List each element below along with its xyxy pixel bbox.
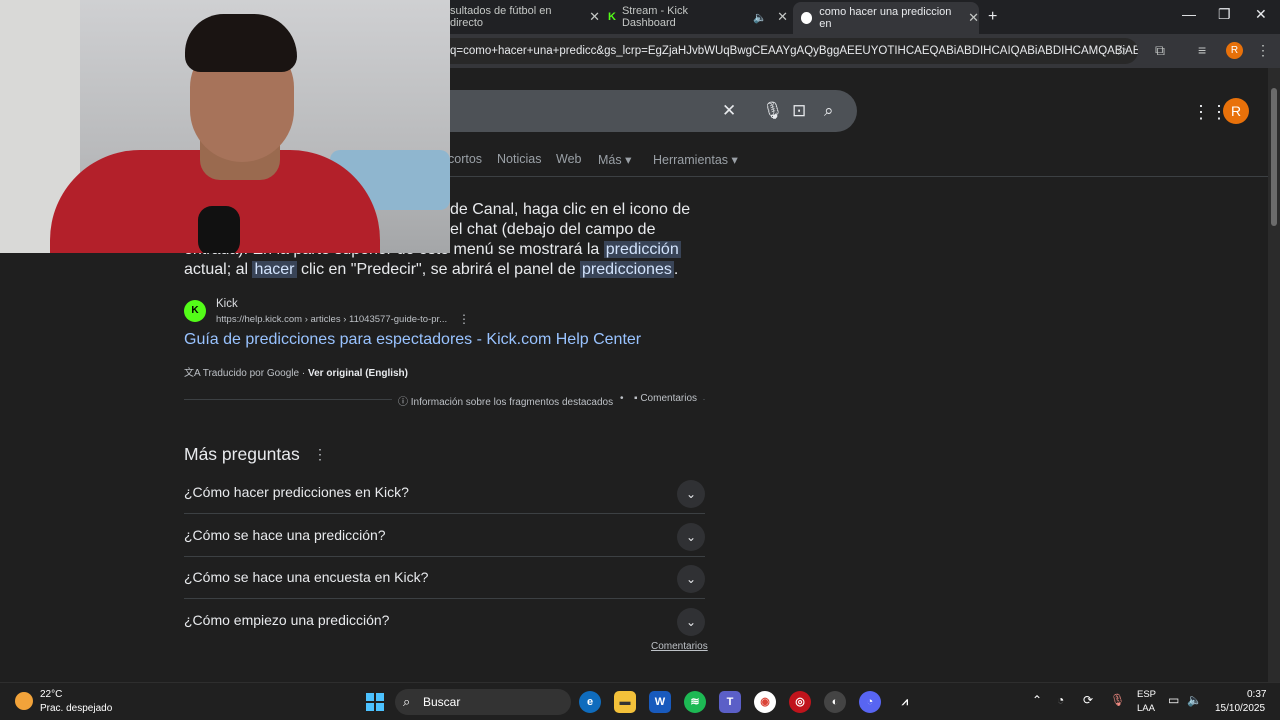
start-button[interactable] <box>366 693 384 711</box>
media-control-icon[interactable]: ≡ <box>1198 42 1206 58</box>
chevron-down-icon[interactable]: ⌄ <box>677 480 705 508</box>
network-icon[interactable]: ▭ <box>1168 693 1179 707</box>
account-avatar[interactable]: R <box>1223 98 1249 124</box>
webcam-overlay <box>0 0 450 253</box>
spotify-icon[interactable]: ≋ <box>684 691 706 713</box>
minimize-icon[interactable]: — <box>1182 6 1196 22</box>
speaker-icon[interactable]: 🔈 <box>753 11 767 24</box>
edge-icon[interactable]: e <box>579 691 601 713</box>
discord-icon[interactable]: ◔ <box>859 691 881 713</box>
tab-label: como hacer una prediccion en <box>819 6 952 30</box>
chevron-down-icon[interactable]: ⌄ <box>677 523 705 551</box>
google-favicon-icon <box>801 12 813 24</box>
tab-label: Stream - Kick Dashboard <box>621 5 688 29</box>
tab-kick-dashboard[interactable]: K Stream - Kick Dashboard 🔈 ✕ <box>608 4 788 30</box>
maximize-icon[interactable]: ❐ <box>1218 6 1231 23</box>
tab-web[interactable]: Web <box>556 152 581 166</box>
discord-tray-icon[interactable]: ◔ <box>1057 693 1064 707</box>
question-item[interactable]: ¿Cómo hacer predicciones en Kick? ⌄ <box>184 472 705 514</box>
result-title-link[interactable]: Guía de predicciones para espectadores -… <box>184 331 641 349</box>
sync-icon[interactable]: ⟳ <box>1083 693 1093 707</box>
weather-temperature[interactable]: 22°C <box>40 689 62 700</box>
tab-news[interactable]: Noticias <box>497 152 541 166</box>
lens-icon[interactable]: ⊡ <box>792 101 806 121</box>
source-url[interactable]: https://help.kick.com › articles › 11043… <box>216 314 447 325</box>
clock-date[interactable]: 15/10/2025 <box>1215 703 1265 714</box>
extensions-icon[interactable]: ⧉ <box>1155 42 1165 59</box>
search-icon[interactable]: ⌕ <box>824 101 834 121</box>
question-item[interactable]: ¿Cómo empiezo una predicción? ⌄ <box>184 600 705 642</box>
feedback-link[interactable]: ▪ Comentarios <box>628 393 704 404</box>
question-item[interactable]: ¿Cómo se hace una encuesta en Kick? ⌄ <box>184 557 705 599</box>
snippet-info-link[interactable]: ⓘ Información sobre los fragmentos desta… <box>392 393 620 408</box>
weather-icon[interactable] <box>15 692 33 710</box>
tab-label: sultados de fútbol en directo <box>450 5 552 29</box>
word-icon[interactable]: W <box>649 691 671 713</box>
chevron-down-icon[interactable]: ⌄ <box>677 565 705 593</box>
file-explorer-icon[interactable]: ▬ <box>614 691 636 713</box>
close-icon[interactable]: ✕ <box>777 9 788 25</box>
translation-note: 文A Traducido por Google · Ver original (… <box>184 368 408 379</box>
help-icon: ⓘ <box>398 397 411 408</box>
snippet-line: actual; al hacer clic en "Predecir", se … <box>184 261 679 278</box>
feedback-link[interactable]: Comentarios <box>651 641 708 652</box>
taskbar: 22°C Prac. despejado ⌕ Buscar e ▬ W ≋ T … <box>0 682 1280 720</box>
tab-shorts[interactable]: cortos <box>448 152 482 166</box>
kick-favicon-icon: K <box>608 11 616 23</box>
search-input[interactable]: ✕ 🎙 ⊡ ⌕ <box>440 90 857 132</box>
translate-icon: 文A <box>184 368 201 379</box>
volume-icon[interactable]: 🔈 <box>1187 693 1202 707</box>
scrollbar[interactable] <box>1268 68 1280 682</box>
new-tab-button[interactable]: + <box>988 4 997 30</box>
obs-icon[interactable]: ◐ <box>824 691 846 713</box>
tab-tools[interactable]: Herramientas ▾ <box>653 152 738 167</box>
profile-avatar[interactable]: R <box>1226 42 1243 59</box>
language-indicator[interactable]: ESP <box>1137 689 1156 700</box>
more-options-icon[interactable]: ⋮ <box>458 312 470 326</box>
tab-more[interactable]: Más ▾ <box>598 152 631 167</box>
app-icon[interactable]: ◎ <box>789 691 811 713</box>
teams-icon[interactable]: T <box>719 691 741 713</box>
chevron-down-icon[interactable]: ⌄ <box>677 608 705 636</box>
cam-person <box>185 14 297 72</box>
source-name[interactable]: Kick <box>216 298 238 310</box>
app-icon[interactable]: ⩘ <box>894 691 916 713</box>
bookmark-star-icon[interactable]: ☆ <box>1115 42 1128 59</box>
microphone-icon <box>198 206 240 253</box>
clock-time[interactable]: 0:37 <box>1247 689 1266 700</box>
microphone-icon[interactable]: 🎙 <box>1110 693 1125 707</box>
address-bar[interactable]: q=como+hacer+una+predicc&gs_lcrp=EgZjaHJ… <box>430 38 1138 64</box>
question-item[interactable]: ¿Cómo se hace una predicción? ⌄ <box>184 515 705 557</box>
weather-description[interactable]: Prac. despejado <box>40 703 112 714</box>
browser-menu-icon[interactable]: ⋮ <box>1256 42 1270 59</box>
scrollbar-thumb[interactable] <box>1271 88 1277 226</box>
kick-favicon-icon[interactable]: K <box>184 300 206 322</box>
chrome-icon[interactable]: ◉ <box>754 691 776 713</box>
chevron-up-icon[interactable]: ⌃ <box>1032 693 1042 707</box>
more-questions-title: Más preguntas <box>184 444 300 464</box>
more-options-icon[interactable]: ⋮ <box>313 446 327 463</box>
close-window-icon[interactable]: ✕ <box>1255 6 1267 23</box>
view-original-link[interactable]: Ver original (English) <box>308 368 408 379</box>
voice-search-icon[interactable]: 🎙 <box>762 101 784 121</box>
search-icon: ⌕ <box>403 694 411 709</box>
close-icon[interactable]: ✕ <box>589 9 600 25</box>
tab-football-results[interactable]: sultados de fútbol en directo ✕ <box>450 4 600 30</box>
tab-google-search[interactable]: como hacer una prediccion en ✕ <box>793 2 979 34</box>
close-icon[interactable]: ✕ <box>968 10 979 26</box>
clear-icon[interactable]: ✕ <box>722 101 736 121</box>
taskbar-search[interactable]: ⌕ Buscar <box>395 689 571 715</box>
keyboard-layout[interactable]: LAA <box>1137 703 1155 714</box>
